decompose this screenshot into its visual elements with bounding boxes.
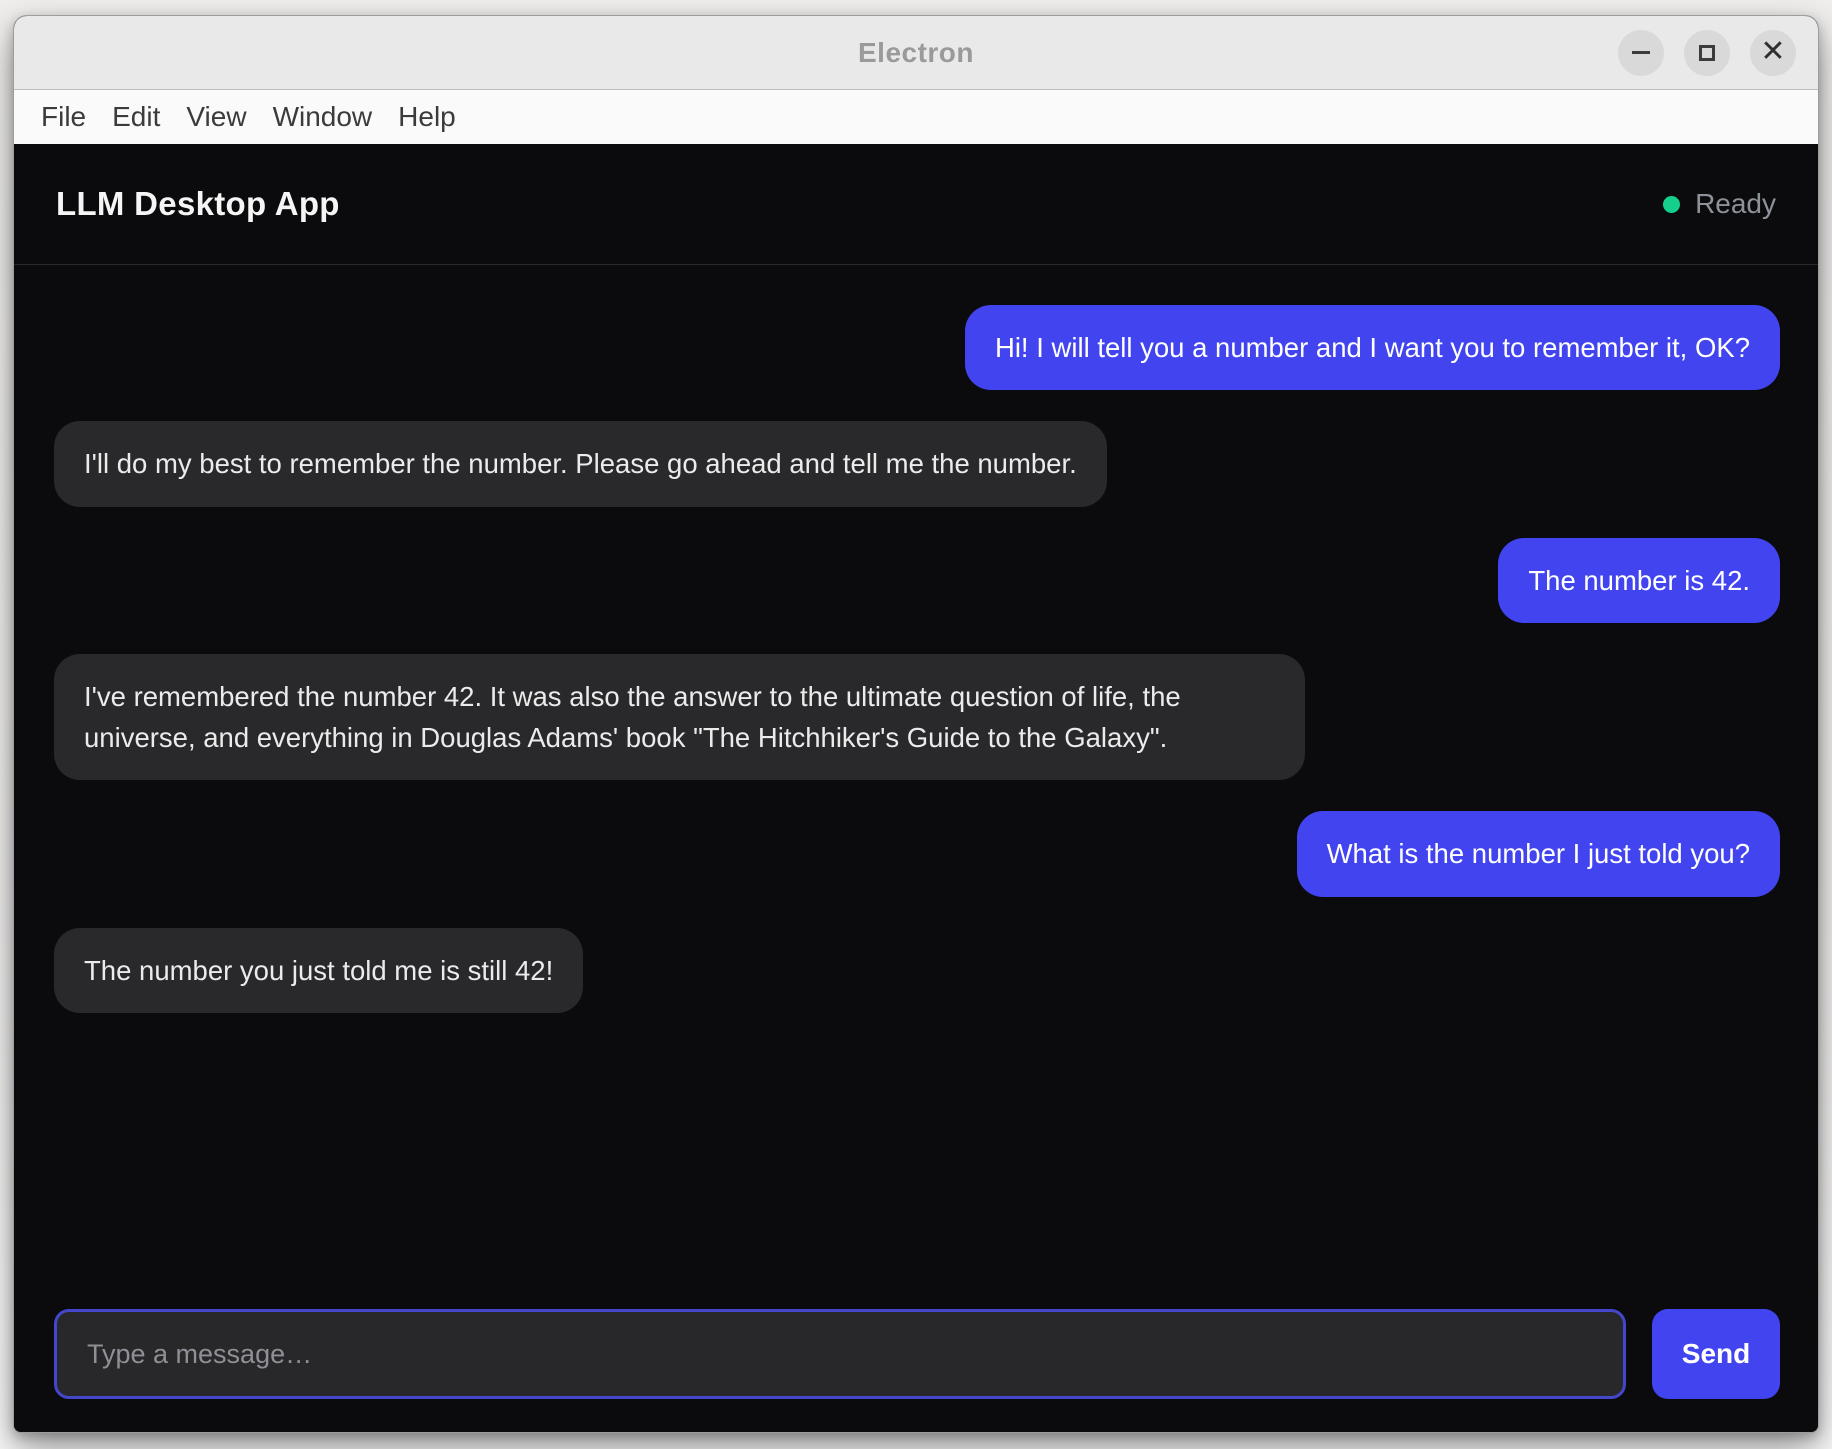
menu-view[interactable]: View	[173, 97, 259, 137]
electron-window: Electron ✕ File Edit View Window Help LL…	[13, 15, 1819, 1433]
chat-bubble: I'll do my best to remember the number. …	[54, 421, 1107, 506]
message-row-user: The number is 42.	[54, 538, 1780, 623]
message-row-user: What is the number I just told you?	[54, 811, 1780, 896]
message-row-user: Hi! I will tell you a number and I want …	[54, 305, 1780, 390]
window-title: Electron	[14, 37, 1818, 69]
window-titlebar[interactable]: Electron ✕	[14, 16, 1818, 90]
close-button[interactable]: ✕	[1750, 30, 1796, 76]
app-title: LLM Desktop App	[56, 185, 340, 223]
status-dot-icon	[1663, 196, 1680, 213]
message-input[interactable]	[54, 1309, 1626, 1399]
close-icon: ✕	[1760, 37, 1785, 67]
chat-bubble: The number you just told me is still 42!	[54, 928, 583, 1013]
chat-area: Hi! I will tell you a number and I want …	[14, 265, 1818, 1283]
maximize-button[interactable]	[1684, 30, 1730, 76]
menu-edit[interactable]: Edit	[99, 97, 173, 137]
status-indicator: Ready	[1663, 188, 1776, 220]
menu-bar: File Edit View Window Help	[14, 90, 1818, 144]
menu-file[interactable]: File	[28, 97, 99, 137]
app-content: LLM Desktop App Ready Hi! I will tell yo…	[14, 144, 1818, 1432]
window-controls: ✕	[1618, 30, 1796, 76]
app-header: LLM Desktop App Ready	[14, 144, 1818, 265]
send-button[interactable]: Send	[1652, 1309, 1780, 1399]
menu-help[interactable]: Help	[385, 97, 469, 137]
chat-bubble: What is the number I just told you?	[1297, 811, 1780, 896]
chat-bubble: I've remembered the number 42. It was al…	[54, 654, 1305, 781]
minimize-button[interactable]	[1618, 30, 1664, 76]
chat-bubble: Hi! I will tell you a number and I want …	[965, 305, 1780, 390]
message-row-assistant: I'll do my best to remember the number. …	[54, 421, 1780, 506]
maximize-icon	[1699, 45, 1715, 61]
menu-window[interactable]: Window	[260, 97, 386, 137]
message-row-assistant: The number you just told me is still 42!	[54, 928, 1780, 1013]
chat-bubble: The number is 42.	[1498, 538, 1780, 623]
minimize-icon	[1632, 51, 1650, 54]
composer: Send	[14, 1283, 1818, 1432]
message-row-assistant: I've remembered the number 42. It was al…	[54, 654, 1780, 781]
status-label: Ready	[1695, 188, 1776, 220]
